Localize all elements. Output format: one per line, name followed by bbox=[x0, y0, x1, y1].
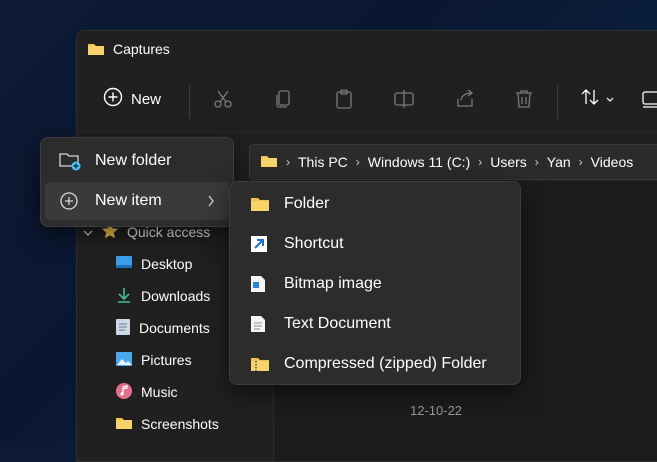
zip-folder-icon bbox=[250, 355, 270, 378]
new-button[interactable]: New bbox=[103, 83, 161, 115]
breadcrumb-videos[interactable]: Videos bbox=[591, 154, 634, 170]
breadcrumb-drive[interactable]: Windows 11 (C:) bbox=[368, 154, 470, 170]
nav-item-pictures[interactable]: Pictures bbox=[115, 348, 192, 372]
submenu-item-zip-folder[interactable]: Compressed (zipped) Folder bbox=[234, 346, 516, 382]
sort-button[interactable] bbox=[577, 83, 617, 115]
nav-item-label: Pictures bbox=[141, 352, 192, 368]
submenu-item-label: Compressed (zipped) Folder bbox=[284, 355, 487, 372]
toolbar-divider bbox=[189, 85, 190, 119]
sort-icon bbox=[580, 87, 600, 112]
music-icon bbox=[115, 382, 133, 403]
submenu-item-folder[interactable]: Folder bbox=[234, 186, 516, 222]
desktop-icon bbox=[115, 255, 133, 274]
breadcrumb-users[interactable]: Users bbox=[490, 154, 527, 170]
toolbar-divider bbox=[557, 85, 558, 119]
rename-icon[interactable] bbox=[392, 83, 416, 115]
nav-item-label: Screenshots bbox=[141, 416, 219, 432]
submenu-item-bitmap[interactable]: Bitmap image bbox=[234, 266, 516, 302]
plus-circle-icon bbox=[59, 191, 79, 216]
submenu-item-label: Text Document bbox=[284, 315, 391, 332]
copy-icon[interactable] bbox=[272, 83, 296, 115]
plus-circle-icon bbox=[103, 87, 123, 112]
share-icon[interactable] bbox=[453, 83, 477, 115]
text-document-icon bbox=[250, 315, 266, 338]
chevron-right-icon: › bbox=[478, 155, 483, 169]
folder-icon bbox=[260, 153, 278, 172]
nav-item-label: Documents bbox=[139, 320, 210, 336]
new-dropdown-menu: New folder New item bbox=[40, 137, 234, 227]
nav-item-label: Desktop bbox=[141, 256, 193, 272]
document-icon bbox=[115, 318, 131, 339]
nav-item-label: Downloads bbox=[141, 288, 211, 304]
delete-icon[interactable] bbox=[512, 83, 536, 115]
chevron-right-icon: › bbox=[286, 155, 290, 169]
submenu-item-label: Bitmap image bbox=[284, 275, 382, 292]
paste-icon[interactable] bbox=[332, 83, 356, 115]
new-button-label: New bbox=[131, 90, 162, 108]
nav-item-music[interactable]: Music bbox=[115, 380, 178, 404]
command-bar: New bbox=[77, 67, 657, 132]
window-title: Captures bbox=[113, 41, 170, 57]
nav-item-downloads[interactable]: Downloads bbox=[115, 284, 210, 308]
chevron-right-icon bbox=[207, 194, 215, 212]
cut-icon[interactable] bbox=[211, 83, 235, 115]
nav-item-label: Music bbox=[141, 384, 178, 400]
view-icon[interactable] bbox=[641, 83, 657, 115]
nav-item-documents[interactable]: Documents bbox=[115, 316, 210, 340]
folder-icon bbox=[87, 41, 105, 62]
chevron-down-icon bbox=[606, 90, 614, 108]
submenu-item-label: Shortcut bbox=[284, 235, 344, 252]
nav-item-desktop[interactable]: Desktop bbox=[115, 252, 192, 276]
title-bar: Captures bbox=[77, 31, 657, 67]
menu-item-label: New item bbox=[95, 192, 162, 209]
file-date-text: 12-10-22 bbox=[410, 403, 463, 418]
chevron-right-icon: › bbox=[355, 155, 360, 169]
address-bar[interactable]: › This PC › Windows 11 (C:) › Users › Ya… bbox=[249, 144, 657, 180]
submenu-item-shortcut[interactable]: Shortcut bbox=[234, 226, 516, 262]
download-icon bbox=[115, 286, 133, 307]
chevron-right-icon: › bbox=[534, 155, 539, 169]
menu-item-label: New folder bbox=[95, 152, 172, 169]
new-item-menu-item[interactable]: New item bbox=[45, 182, 229, 220]
new-item-submenu: Folder Shortcut Bitmap image Text Docume… bbox=[229, 181, 521, 385]
new-folder-menu-item[interactable]: New folder bbox=[45, 142, 229, 180]
shortcut-icon bbox=[250, 235, 268, 258]
folder-icon bbox=[250, 195, 270, 218]
new-folder-icon bbox=[59, 151, 81, 176]
submenu-item-text-document[interactable]: Text Document bbox=[234, 306, 516, 342]
pictures-icon bbox=[115, 351, 133, 370]
nav-item-screenshots[interactable]: Screenshots bbox=[115, 412, 219, 436]
breadcrumb-this-pc[interactable]: This PC bbox=[298, 154, 348, 170]
folder-icon bbox=[115, 415, 133, 434]
breadcrumb-yan[interactable]: Yan bbox=[547, 154, 571, 170]
chevron-right-icon: › bbox=[578, 155, 583, 169]
submenu-item-label: Folder bbox=[284, 195, 330, 212]
bitmap-icon bbox=[250, 275, 266, 298]
